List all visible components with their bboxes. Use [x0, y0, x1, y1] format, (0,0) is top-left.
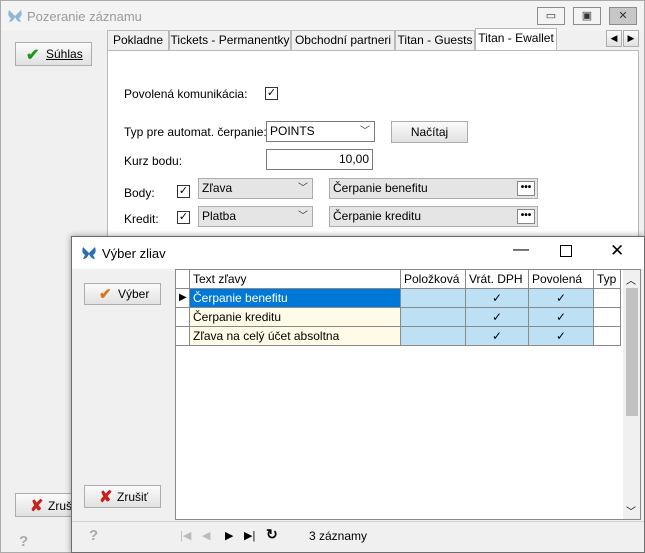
minimize-button[interactable]: —	[513, 241, 529, 259]
maximize-button[interactable]: ▣	[573, 7, 601, 25]
table-cell-allowed[interactable]: ✓	[529, 289, 594, 308]
credit-label: Kredit:	[124, 212, 159, 226]
ok-label: Súhlas	[46, 47, 83, 61]
dialog-title: Výber zliav	[102, 246, 166, 261]
load-button[interactable]: Načítaj	[391, 121, 468, 143]
points-select[interactable]: Zľava ﹀	[198, 178, 313, 199]
record-navigator: ? |◀ ◀ ▶ ▶| ↻ 3 záznamy	[72, 521, 644, 552]
credit-select[interactable]: Platba ﹀	[198, 206, 313, 227]
window-title: Pozeranie záznamu	[27, 9, 142, 24]
dialog-title-bar: Výber zliav — ✕	[72, 237, 644, 269]
row-indicator[interactable]	[176, 308, 190, 327]
select-label: Výber	[118, 287, 150, 301]
scrollbar-thumb[interactable]	[626, 288, 638, 416]
cancel-button[interactable]: ✘ Zruši	[15, 493, 77, 517]
allowed-comm-label: Povolená komunikácia:	[124, 87, 248, 101]
cancel-button[interactable]: ✘ Zrušiť	[84, 485, 161, 508]
table-cell-vat[interactable]: ✓	[466, 327, 529, 346]
x-icon: ✘	[99, 489, 113, 506]
tab-partners[interactable]: Obchodní partneri	[291, 30, 395, 51]
header-indicator	[176, 270, 190, 289]
column-header-vat[interactable]: Vrát. DPH	[466, 270, 529, 289]
vertical-scrollbar[interactable]: ︿ ﹀	[623, 270, 640, 519]
refresh-icon[interactable]: ↻	[266, 526, 278, 543]
table-cell-text[interactable]: Zľava na celý účet absoltna	[190, 327, 401, 346]
tab-pokladne[interactable]: Pokladne	[107, 30, 169, 51]
column-header-type[interactable]: Typ	[594, 270, 621, 289]
row-indicator[interactable]	[176, 327, 190, 346]
table-cell-text[interactable]: Čerpanie benefitu	[190, 289, 401, 308]
type-label: Typ pre automat. čerpanie:	[124, 125, 267, 139]
table-cell-vat[interactable]: ✓	[466, 308, 529, 327]
column-header-text[interactable]: Text zľavy	[190, 270, 401, 289]
select-button[interactable]: ✔ Výber	[84, 283, 161, 305]
ellipsis-icon[interactable]: •••	[517, 209, 535, 224]
credit-value-field[interactable]: Čerpanie kreditu •••	[329, 206, 538, 227]
credit-checkbox[interactable]: ✓	[177, 211, 190, 224]
points-label: Body:	[124, 186, 155, 200]
maximize-button[interactable]	[560, 245, 572, 257]
butterfly-icon	[82, 247, 96, 259]
table-cell-vat[interactable]: ✓	[466, 289, 529, 308]
points-value: Čerpanie benefitu	[333, 181, 428, 195]
tab-tickets[interactable]: Tickets - Permanentky	[169, 30, 291, 51]
table-cell-allowed[interactable]: ✓	[529, 308, 594, 327]
minimize-button[interactable]: ▭	[537, 7, 565, 25]
help-icon[interactable]: ?	[89, 527, 98, 544]
table-cell-type[interactable]	[594, 327, 621, 346]
column-header-item[interactable]: Položková	[401, 270, 466, 289]
column-header-allowed[interactable]: Povolená	[529, 270, 594, 289]
credit-value: Čerpanie kreditu	[333, 209, 422, 223]
table-cell-text[interactable]: Čerpanie kreditu	[190, 308, 401, 327]
butterfly-icon	[8, 10, 22, 22]
chevron-down-icon: ﹀	[298, 211, 308, 222]
tab-guests[interactable]: Titan - Guests	[395, 30, 475, 51]
tab-scroll-left[interactable]: ◀	[606, 30, 622, 47]
help-icon[interactable]: ?	[19, 533, 28, 550]
rate-label: Kurz bodu:	[124, 154, 183, 168]
x-icon: ✘	[30, 498, 44, 515]
current-row-icon: ▶	[179, 292, 187, 303]
checkmark-icon: ✔	[99, 286, 112, 303]
allowed-comm-checkbox[interactable]: ✓	[265, 87, 278, 100]
cancel-label: Zrušiť	[117, 490, 149, 504]
table-cell-item[interactable]	[401, 327, 466, 346]
close-button[interactable]: ✕	[609, 7, 637, 25]
table-cell-allowed[interactable]: ✓	[529, 327, 594, 346]
type-value: POINTS	[270, 124, 315, 138]
checkmark-icon: ✔	[26, 47, 40, 64]
discount-table: Text zľavy Položková Vrát. DPH Povolená …	[175, 269, 641, 520]
chevron-down-icon: ﹀	[360, 126, 370, 137]
tab-scroll-right[interactable]: ▶	[623, 30, 639, 47]
table-cell-item[interactable]	[401, 308, 466, 327]
next-record-icon[interactable]: ▶	[225, 529, 233, 542]
tab-ewallet[interactable]: Titan - Ewallet	[475, 28, 557, 51]
last-record-icon[interactable]: ▶|	[244, 529, 255, 542]
chevron-down-icon: ﹀	[298, 183, 308, 194]
record-count: 3 záznamy	[309, 529, 368, 543]
scroll-up-icon[interactable]: ︿	[626, 272, 636, 287]
credit-combo-value: Platba	[202, 209, 237, 223]
table-cell-type[interactable]	[594, 308, 621, 327]
ellipsis-icon[interactable]: •••	[517, 181, 535, 196]
table-cell-type[interactable]	[594, 289, 621, 308]
scroll-down-icon[interactable]: ﹀	[626, 503, 636, 518]
title-bar: Pozeranie záznamu ▭ ▣ ✕	[1, 1, 644, 31]
first-record-icon[interactable]: |◀	[180, 529, 191, 542]
discount-select-dialog: Výber zliav — ✕ ✔ Výber Text zľavy Polož…	[71, 236, 645, 553]
points-combo-value: Zľava	[202, 181, 233, 195]
close-button[interactable]: ✕	[610, 241, 624, 261]
ok-button[interactable]: ✔ Súhlas	[15, 42, 92, 66]
rate-input[interactable]: 10,00	[266, 149, 373, 170]
points-checkbox[interactable]: ✓	[177, 185, 190, 198]
prev-record-icon[interactable]: ◀	[202, 529, 210, 542]
points-value-field[interactable]: Čerpanie benefitu •••	[329, 178, 538, 199]
type-select[interactable]: POINTS ﹀	[266, 121, 375, 142]
table-cell-item[interactable]	[401, 289, 466, 308]
row-indicator[interactable]: ▶	[176, 289, 190, 308]
